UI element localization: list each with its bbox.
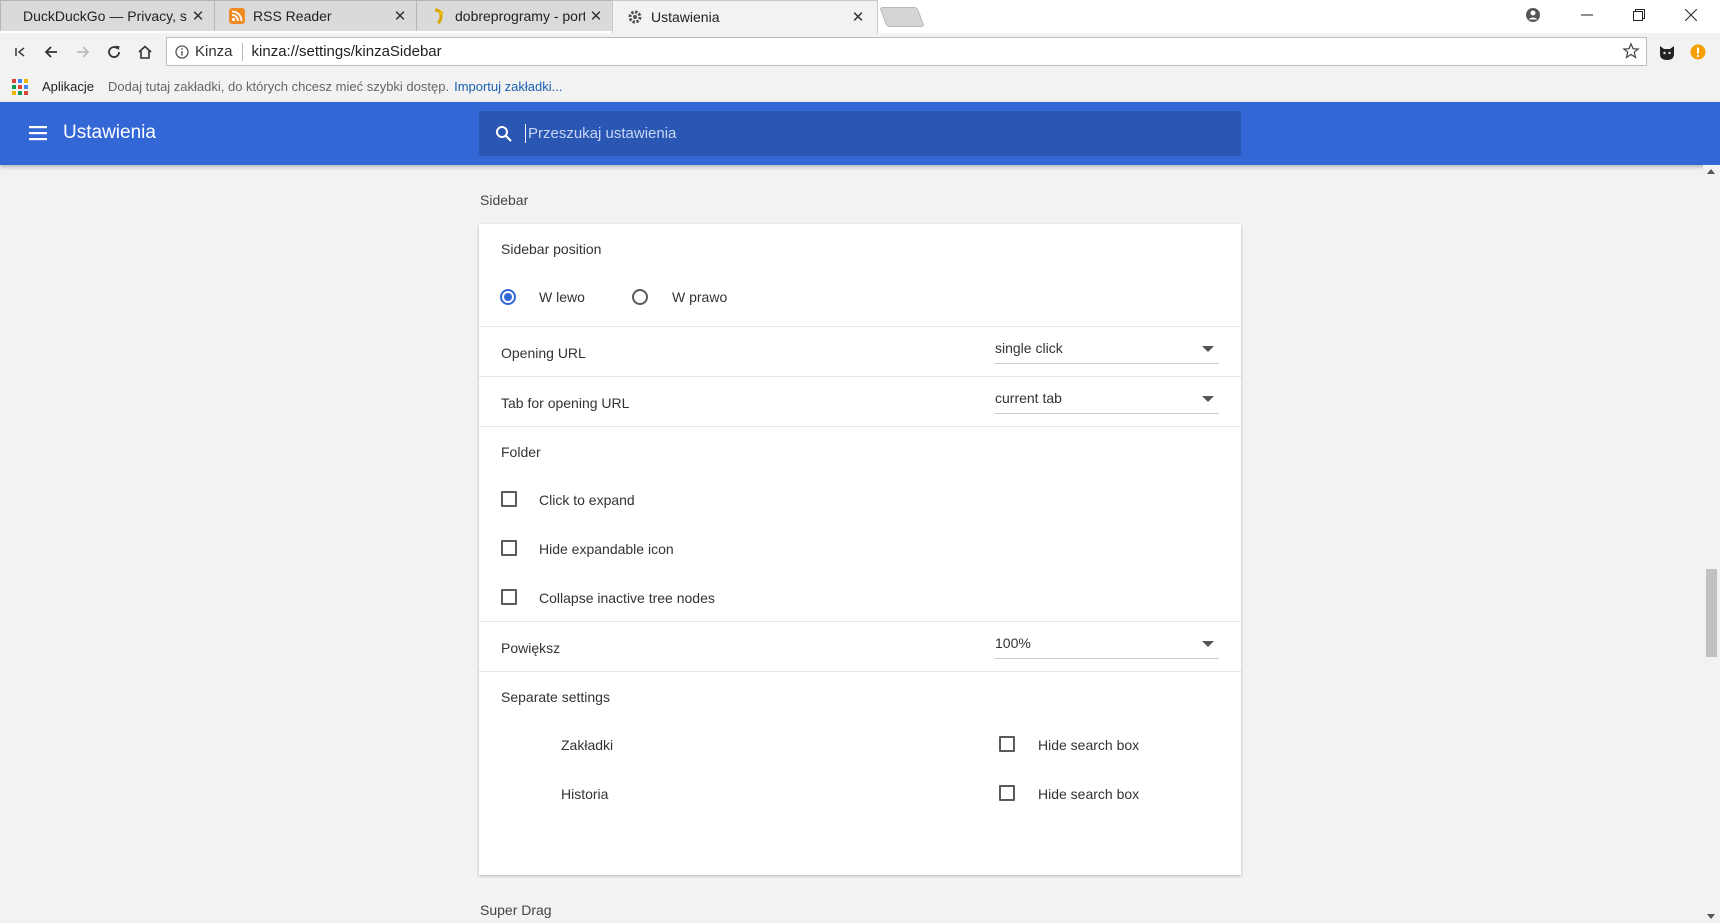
click-to-expand-label[interactable]: Click to expand <box>539 492 635 508</box>
history-hide-search-checkbox[interactable] <box>999 785 1015 801</box>
restore-icon[interactable] <box>1614 0 1664 30</box>
info-icon[interactable] <box>175 44 189 59</box>
divider <box>479 621 1241 622</box>
section-title-sidebar: Sidebar <box>480 192 529 208</box>
tab-title: RSS Reader <box>253 8 332 24</box>
scroll-down-arrow-icon[interactable] <box>1707 914 1715 919</box>
back-icon[interactable] <box>39 40 63 64</box>
divider <box>479 426 1241 427</box>
sidebar-settings-card: Sidebar position W lewo W prawo Opening … <box>479 224 1241 875</box>
divider <box>479 326 1241 327</box>
settings-header: Ustawienia <box>0 102 1720 165</box>
close-tab-icon[interactable]: ✕ <box>187 7 209 25</box>
browser-toolbar: Kinza kinza://settings/kinzaSidebar <box>0 33 1720 71</box>
history-hide-search-label[interactable]: Hide search box <box>1038 786 1139 802</box>
rss-icon <box>229 8 245 24</box>
radio-left[interactable] <box>500 289 516 305</box>
close-tab-icon[interactable]: ✕ <box>847 8 869 26</box>
hide-expandable-icon-label[interactable]: Hide expandable icon <box>539 541 674 557</box>
zoom-label: Powiększ <box>501 640 561 656</box>
tab-strip: DuckDuckGo — Privacy, simp ✕ RSS Reader … <box>0 0 1720 33</box>
apps-link[interactable]: Aplikacje <box>42 79 94 94</box>
chevron-down-icon <box>1202 346 1214 352</box>
tab-title: DuckDuckGo — Privacy, simp <box>23 8 187 24</box>
bookmarks-bar: Aplikacje Dodaj tutaj zakładki, do który… <box>0 71 1720 102</box>
page-title: Ustawienia <box>63 122 156 143</box>
zoom-select[interactable]: 100% <box>995 632 1219 659</box>
close-tab-icon[interactable]: ✕ <box>389 7 411 25</box>
address-bar[interactable]: Kinza kinza://settings/kinzaSidebar <box>166 37 1647 66</box>
opening-url-select[interactable]: single click <box>995 337 1219 364</box>
scroll-up-arrow-icon[interactable] <box>1707 169 1715 174</box>
opening-url-label: Opening URL <box>501 345 586 361</box>
hide-expandable-icon-checkbox[interactable] <box>501 540 517 556</box>
settings-search <box>479 111 1241 156</box>
tab-title: dobreprogramy - portal r <box>455 8 585 24</box>
close-tab-icon[interactable]: ✕ <box>585 7 607 25</box>
new-tab-button[interactable] <box>879 7 925 27</box>
bookmarks-hide-search-checkbox[interactable] <box>999 736 1015 752</box>
separate-settings-label: Separate settings <box>501 689 610 705</box>
scrollbar-thumb[interactable] <box>1706 569 1717 657</box>
collapse-inactive-label[interactable]: Collapse inactive tree nodes <box>539 590 715 606</box>
opening-url-value: single click <box>995 340 1063 356</box>
omnibox-separator <box>241 42 243 61</box>
bookmark-star-icon[interactable] <box>1622 42 1640 60</box>
tab-duckduckgo[interactable]: DuckDuckGo — Privacy, simp ✕ <box>0 0 218 31</box>
tab-ustawienia[interactable]: Ustawienia ✕ <box>612 0 878 33</box>
menu-icon[interactable] <box>28 123 48 143</box>
click-to-expand-checkbox[interactable] <box>501 491 517 507</box>
collapse-inactive-checkbox[interactable] <box>501 589 517 605</box>
close-window-icon[interactable] <box>1666 0 1716 30</box>
first-page-icon[interactable] <box>8 40 32 64</box>
reload-icon[interactable] <box>102 40 126 64</box>
extension-cat-icon[interactable] <box>1655 40 1679 64</box>
url-text[interactable]: kinza://settings/kinzaSidebar <box>252 43 442 60</box>
bookmarks-hide-search-label[interactable]: Hide search box <box>1038 737 1139 753</box>
site-name: Kinza <box>195 43 233 60</box>
tab-title: Ustawienia <box>651 9 720 25</box>
tab-for-opening-value: current tab <box>995 390 1062 406</box>
radio-right[interactable] <box>632 289 648 305</box>
tab-rss-reader[interactable]: RSS Reader ✕ <box>214 0 420 31</box>
divider <box>479 671 1241 672</box>
bookmarks-hint: Dodaj tutaj zakładki, do których chcesz … <box>108 79 450 94</box>
section-title-super-drag: Super Drag <box>480 902 552 918</box>
home-icon[interactable] <box>133 40 157 64</box>
minimize-icon[interactable] <box>1562 0 1612 30</box>
tab-dobreprogramy[interactable]: dobreprogramy - portal r ✕ <box>416 0 616 31</box>
forward-icon[interactable] <box>71 40 95 64</box>
zoom-value: 100% <box>995 635 1031 651</box>
dobreprogramy-favicon <box>434 8 443 24</box>
tab-for-opening-select[interactable]: current tab <box>995 387 1219 414</box>
gear-icon <box>628 10 642 24</box>
history-row-label: Historia <box>561 786 609 802</box>
bookmarks-row-label: Zakładki <box>561 737 614 753</box>
tab-for-opening-label: Tab for opening URL <box>501 395 630 411</box>
radio-left-label[interactable]: W lewo <box>539 289 585 305</box>
apps-grid-icon[interactable] <box>12 78 28 95</box>
radio-right-label[interactable]: W prawo <box>672 289 727 305</box>
sidebar-position-label: Sidebar position <box>501 241 602 257</box>
divider <box>479 376 1241 377</box>
chevron-down-icon <box>1202 396 1214 402</box>
chevron-down-icon <box>1202 641 1214 647</box>
profile-icon[interactable] <box>1508 0 1558 30</box>
import-bookmarks-link[interactable]: Importuj zakładki... <box>454 79 562 94</box>
search-input[interactable] <box>525 124 1180 143</box>
alert-icon[interactable] <box>1686 40 1710 64</box>
page-scrollbar[interactable] <box>1703 165 1720 923</box>
folder-label: Folder <box>501 444 541 460</box>
search-icon <box>496 125 512 142</box>
